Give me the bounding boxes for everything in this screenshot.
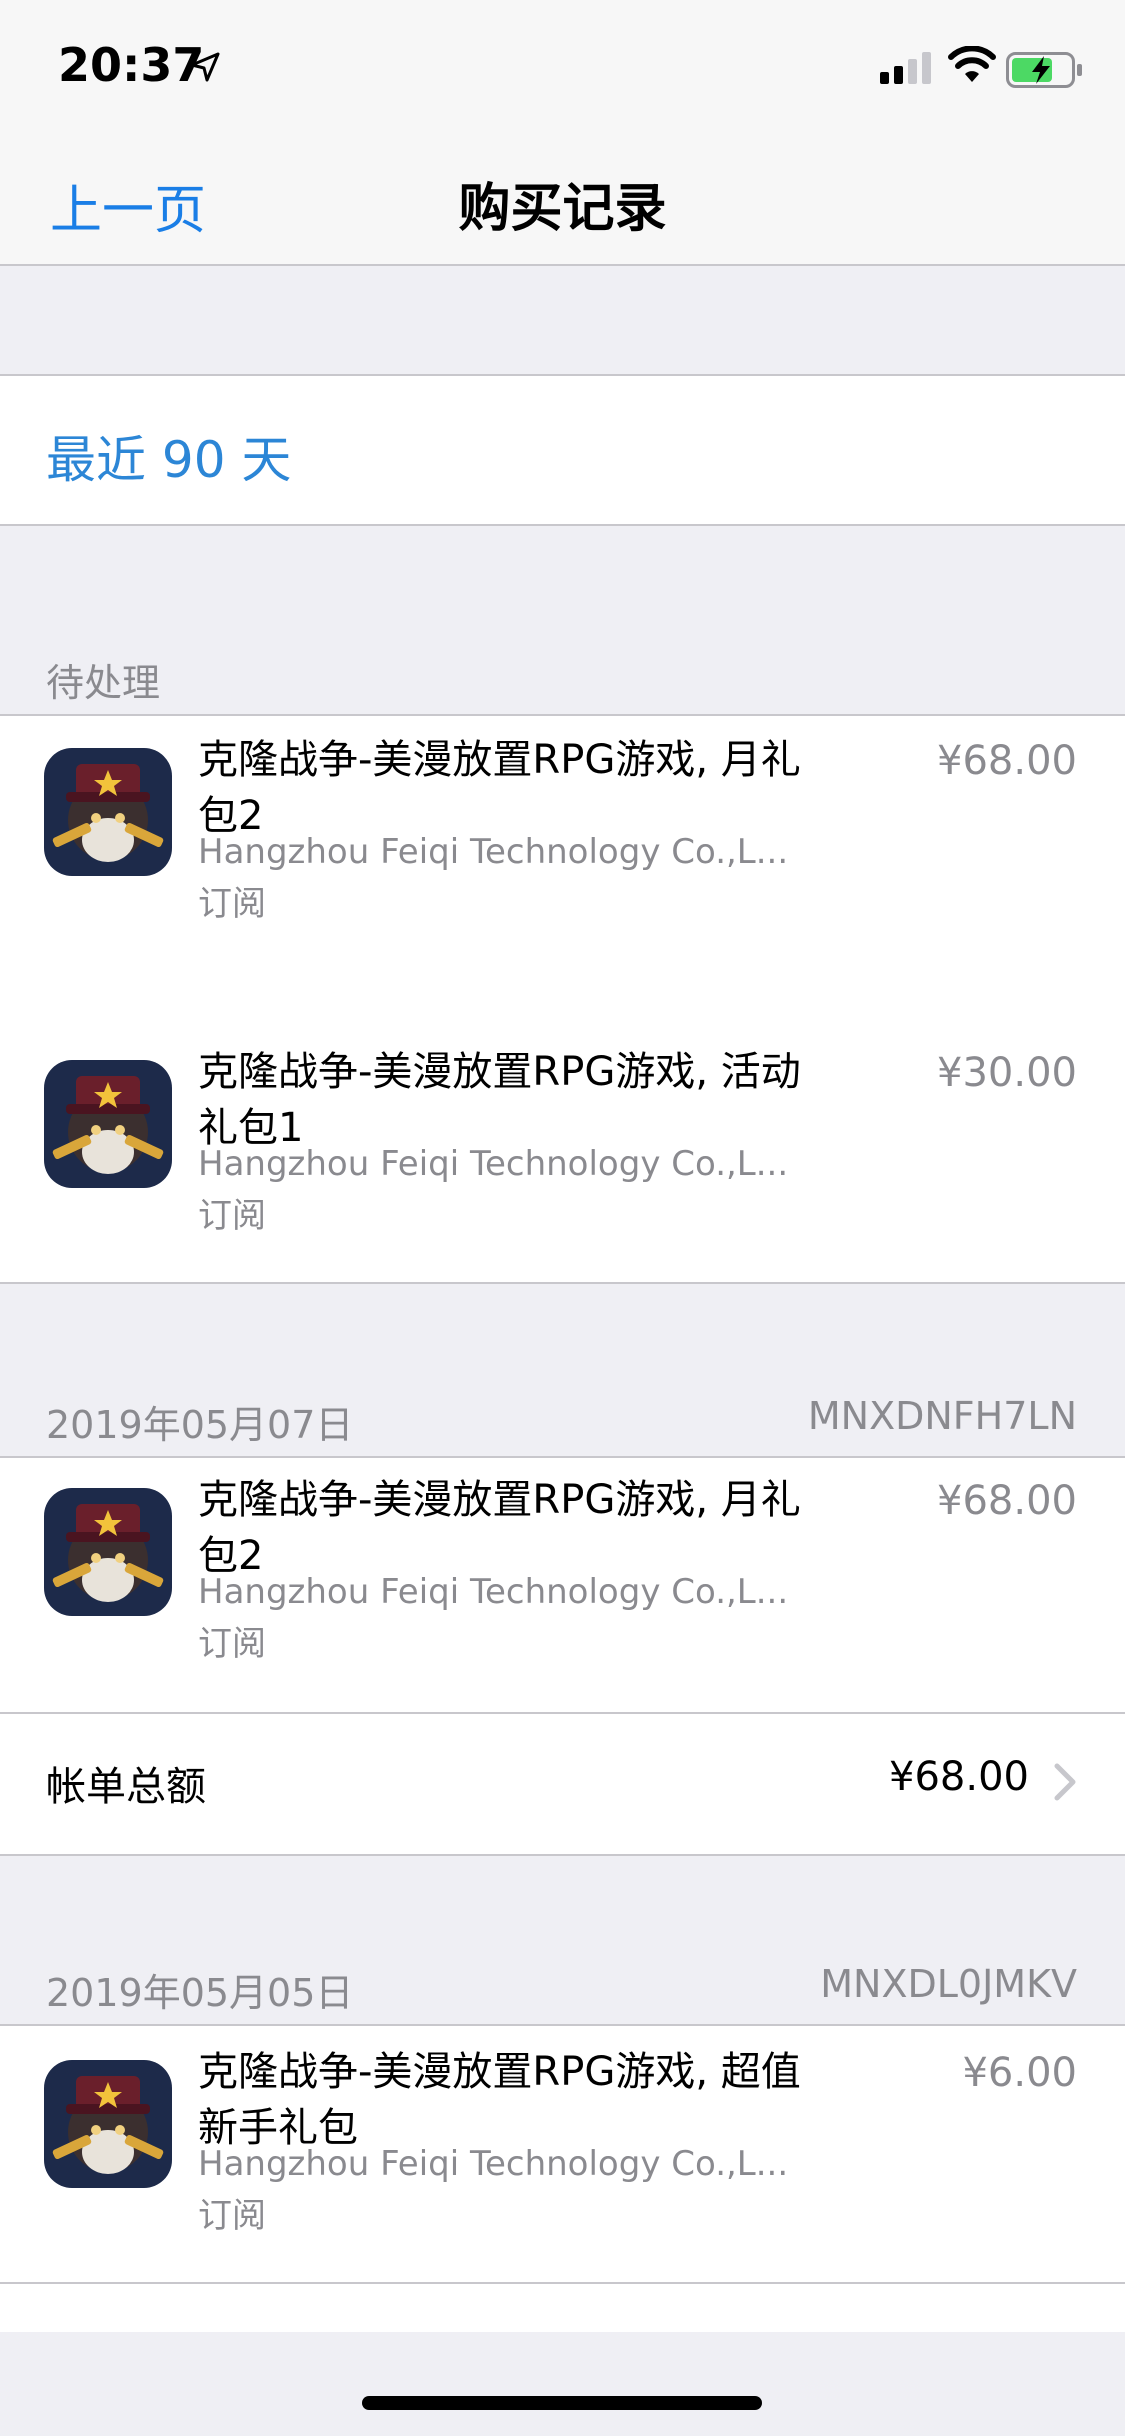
order-group: 克隆战争-美漫放置RPG游戏, 月礼包2 Hangzhou Feiqi Tech… xyxy=(0,1456,1125,1856)
status-time: 20:37 xyxy=(58,38,205,92)
item-type: 订阅 xyxy=(198,2196,266,2236)
item-price: ¥6.00 xyxy=(962,2050,1077,2096)
item-title: 克隆战争-美漫放置RPG游戏, 超值新手礼包 xyxy=(198,2049,801,2151)
bill-total-label: 帐单总额 xyxy=(46,1764,206,1810)
battery-charging-icon xyxy=(1006,52,1082,88)
cellular-signal-icon xyxy=(880,52,931,84)
app-icon[interactable] xyxy=(44,1488,172,1616)
chevron-right-icon xyxy=(1054,1763,1076,1801)
item-developer: Hangzhou Feiqi Technology Co.,L... xyxy=(198,1144,789,1184)
section-header-pending: 待处理 xyxy=(46,661,161,705)
divider xyxy=(0,2282,1125,2284)
order-id: MNXDNFH7LN xyxy=(807,1394,1077,1438)
item-price: ¥68.00 xyxy=(937,1478,1077,1524)
home-indicator[interactable] xyxy=(362,2396,762,2410)
wifi-icon xyxy=(948,46,996,82)
date-range-label: 最近 90 天 xyxy=(46,431,292,489)
item-title: 克隆战争-美漫放置RPG游戏, 月礼包2 xyxy=(198,1477,801,1579)
item-price: ¥68.00 xyxy=(937,738,1077,784)
item-developer: Hangzhou Feiqi Technology Co.,L... xyxy=(198,2144,789,2184)
app-icon[interactable] xyxy=(44,748,172,876)
section-header-date: 2019年05月05日 xyxy=(46,1971,354,2015)
order-id: MNXDL0JMKV xyxy=(820,1962,1077,2006)
bill-total-value: ¥68.00 xyxy=(889,1754,1029,1800)
pending-purchases-group: 克隆战争-美漫放置RPG游戏, 月礼包2 Hangzhou Feiqi Tech… xyxy=(0,714,1125,1284)
item-developer: Hangzhou Feiqi Technology Co.,L... xyxy=(198,832,789,872)
status-bar: 20:37 xyxy=(0,0,1125,132)
location-arrow-icon xyxy=(190,52,220,82)
order-group: 克隆战争-美漫放置RPG游戏, 超值新手礼包 Hangzhou Feiqi Te… xyxy=(0,2024,1125,2346)
item-type: 订阅 xyxy=(198,884,266,924)
item-type: 订阅 xyxy=(198,1624,266,1664)
item-title: 克隆战争-美漫放置RPG游戏, 月礼包2 xyxy=(198,737,801,839)
app-icon[interactable] xyxy=(44,1060,172,1188)
item-title: 克隆战争-美漫放置RPG游戏, 活动礼包1 xyxy=(198,1049,801,1151)
bill-total-row[interactable]: 帐单总额 ¥68.00 xyxy=(0,1714,1125,1852)
item-price: ¥30.00 xyxy=(937,1050,1077,1096)
section-header-date: 2019年05月07日 xyxy=(46,1403,354,1447)
page-title: 购买记录 xyxy=(458,179,667,239)
app-icon[interactable] xyxy=(44,2060,172,2188)
item-developer: Hangzhou Feiqi Technology Co.,L... xyxy=(198,1572,789,1612)
date-range-filter[interactable]: 最近 90 天 xyxy=(0,374,1125,526)
navigation-bar: 上一页 购买记录 xyxy=(0,132,1125,266)
home-indicator-area xyxy=(0,2332,1125,2436)
item-type: 订阅 xyxy=(198,1196,266,1236)
